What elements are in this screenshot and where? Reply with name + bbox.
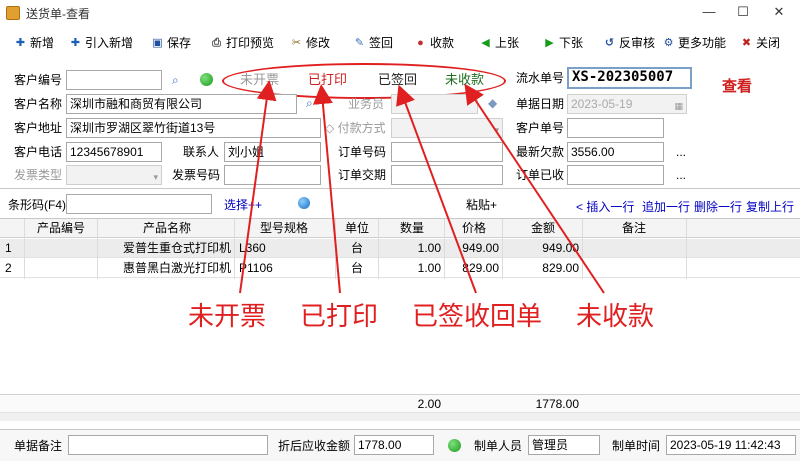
maker-label: 制单人员 — [474, 439, 523, 453]
discount-input[interactable]: 1778.00 — [354, 435, 434, 455]
time-input[interactable]: 2023-05-19 11:42:43 — [666, 435, 796, 455]
arrow-not-invoiced — [239, 80, 277, 294]
arrow-signed — [396, 84, 477, 294]
maker-input[interactable]: 管理员 — [528, 435, 600, 455]
annotation-arrows — [239, 80, 605, 294]
footer-bar: 单据备注 折后应收金额 1778.00 制单人员 管理员 制单时间 2023-0… — [0, 430, 800, 461]
time-label: 制单时间 — [612, 439, 661, 453]
discount-label: 折后应收金额 — [278, 439, 351, 453]
note-input[interactable] — [68, 435, 268, 455]
note-label: 单据备注 — [14, 439, 63, 453]
arrow-printed — [312, 84, 341, 294]
status-indicator-icon — [448, 439, 461, 452]
arrow-unpaid — [464, 83, 605, 294]
